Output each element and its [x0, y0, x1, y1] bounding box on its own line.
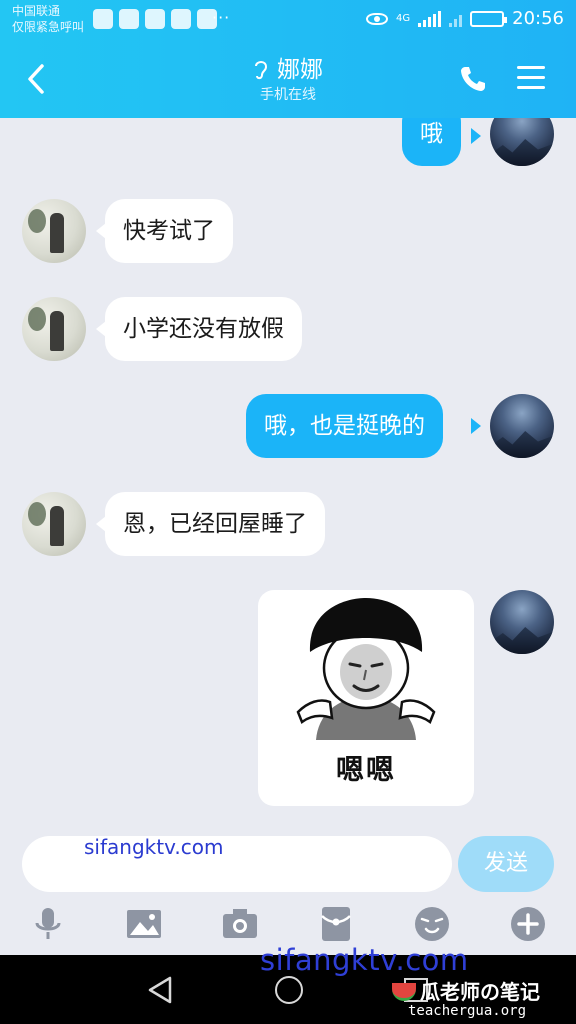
- more-notifications: ···: [212, 8, 231, 27]
- microphone-icon[interactable]: [28, 904, 68, 944]
- contact-name: 娜娜: [277, 57, 323, 83]
- self-avatar[interactable]: [490, 394, 554, 458]
- translate-icon: [171, 9, 191, 29]
- carrier-info: 中国联通 仅限紧急呼叫: [12, 3, 84, 35]
- sticker-message[interactable]: 嗯嗯: [258, 590, 474, 806]
- contact-avatar[interactable]: [22, 297, 86, 361]
- app-icon: [145, 9, 165, 29]
- watermelon-icon: [392, 983, 416, 1001]
- self-avatar[interactable]: [490, 118, 554, 166]
- online-status: 手机在线: [260, 87, 316, 103]
- activity-icon: [93, 9, 113, 29]
- carrier-status: 仅限紧急呼叫: [12, 20, 85, 34]
- message-bubble-outgoing[interactable]: 哦: [402, 118, 461, 166]
- image-icon[interactable]: [124, 904, 164, 944]
- nav-home-icon[interactable]: [275, 976, 303, 1004]
- message-bubble-incoming[interactable]: 恩，已经回屋睡了: [105, 492, 325, 556]
- status-bar: 中国联通 仅限紧急呼叫 ··· 4G 20:56: [0, 0, 576, 40]
- sticker-caption: 嗯嗯: [335, 753, 396, 786]
- message-bubble-incoming[interactable]: 小学还没有放假: [105, 297, 302, 361]
- meme-face-illustration: [296, 598, 436, 740]
- eye-comfort-icon: [366, 12, 388, 25]
- message-bubble-incoming[interactable]: 快考试了: [105, 199, 233, 263]
- bubble-tail: [471, 418, 481, 434]
- contact-title[interactable]: 娜娜: [0, 56, 576, 84]
- self-avatar[interactable]: [490, 590, 554, 654]
- watermark-large: sifangktv.com: [260, 943, 469, 977]
- signal-icon-2: [449, 11, 463, 27]
- signal-icon: [418, 10, 442, 27]
- message-bubble-outgoing[interactable]: 哦，也是挺晚的: [246, 394, 443, 458]
- bubble-tail: [471, 128, 481, 144]
- red-packet-icon[interactable]: [316, 904, 356, 944]
- wifi-share-icon: [119, 9, 139, 29]
- menu-icon[interactable]: [517, 66, 545, 90]
- brand-name: 瓜老师の笔记: [420, 980, 540, 1004]
- contact-avatar[interactable]: [22, 199, 86, 263]
- carrier-name: 中国联通: [12, 4, 61, 18]
- ear-icon: [255, 61, 268, 80]
- brand-watermark: 瓜老师の笔记: [392, 976, 540, 1005]
- contact-avatar[interactable]: [22, 492, 86, 556]
- nav-back-icon[interactable]: [146, 975, 176, 1005]
- chat-title-area: 娜娜 手机在线: [0, 56, 576, 104]
- battery-icon: [470, 10, 508, 27]
- clock: 20:56: [512, 8, 564, 29]
- network-type: 4G: [396, 13, 411, 24]
- send-button[interactable]: 发送: [458, 836, 554, 892]
- plus-icon[interactable]: [508, 904, 548, 944]
- status-right: 4G 20:56: [366, 8, 564, 29]
- emoji-icon[interactable]: [412, 904, 452, 944]
- phone-icon[interactable]: [458, 64, 488, 94]
- brand-url: teachergua.org: [408, 1003, 527, 1019]
- notification-icons: [93, 9, 217, 29]
- camera-icon[interactable]: [220, 904, 260, 944]
- watermark-text: sifangktv.com: [84, 835, 224, 859]
- header: 中国联通 仅限紧急呼叫 ··· 4G 20:56 娜娜 手机在线: [0, 0, 576, 118]
- chat-area[interactable]: 哦 快考试了 小学还没有放假 哦，也是挺晚的 恩，已经回屋睡了 嗯嗯: [0, 118, 576, 830]
